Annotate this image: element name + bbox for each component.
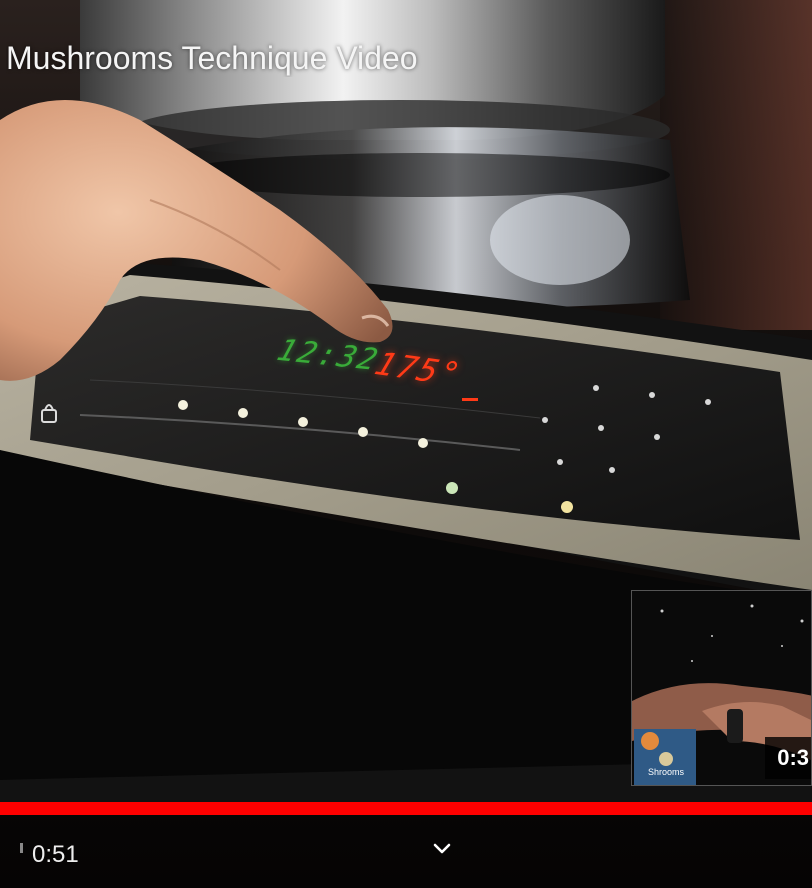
video-player[interactable]: Mushrooms Technique Video 12:32 175° Shr… (0, 0, 812, 888)
time-divider (20, 843, 23, 853)
video-title: Mushrooms Technique Video (6, 40, 418, 76)
expand-button[interactable] (426, 833, 458, 865)
chevron-down-icon (433, 843, 451, 854)
current-time: 0:51 (32, 841, 79, 868)
seek-preview-thumbnail: Shrooms 0:3 (631, 590, 812, 786)
progress-bar-played (0, 802, 812, 815)
player-controls: 0:51 (0, 815, 812, 888)
preview-time: 0:3 (765, 737, 811, 779)
preview-label: Shrooms (648, 767, 685, 777)
progress-bar[interactable] (0, 802, 812, 815)
